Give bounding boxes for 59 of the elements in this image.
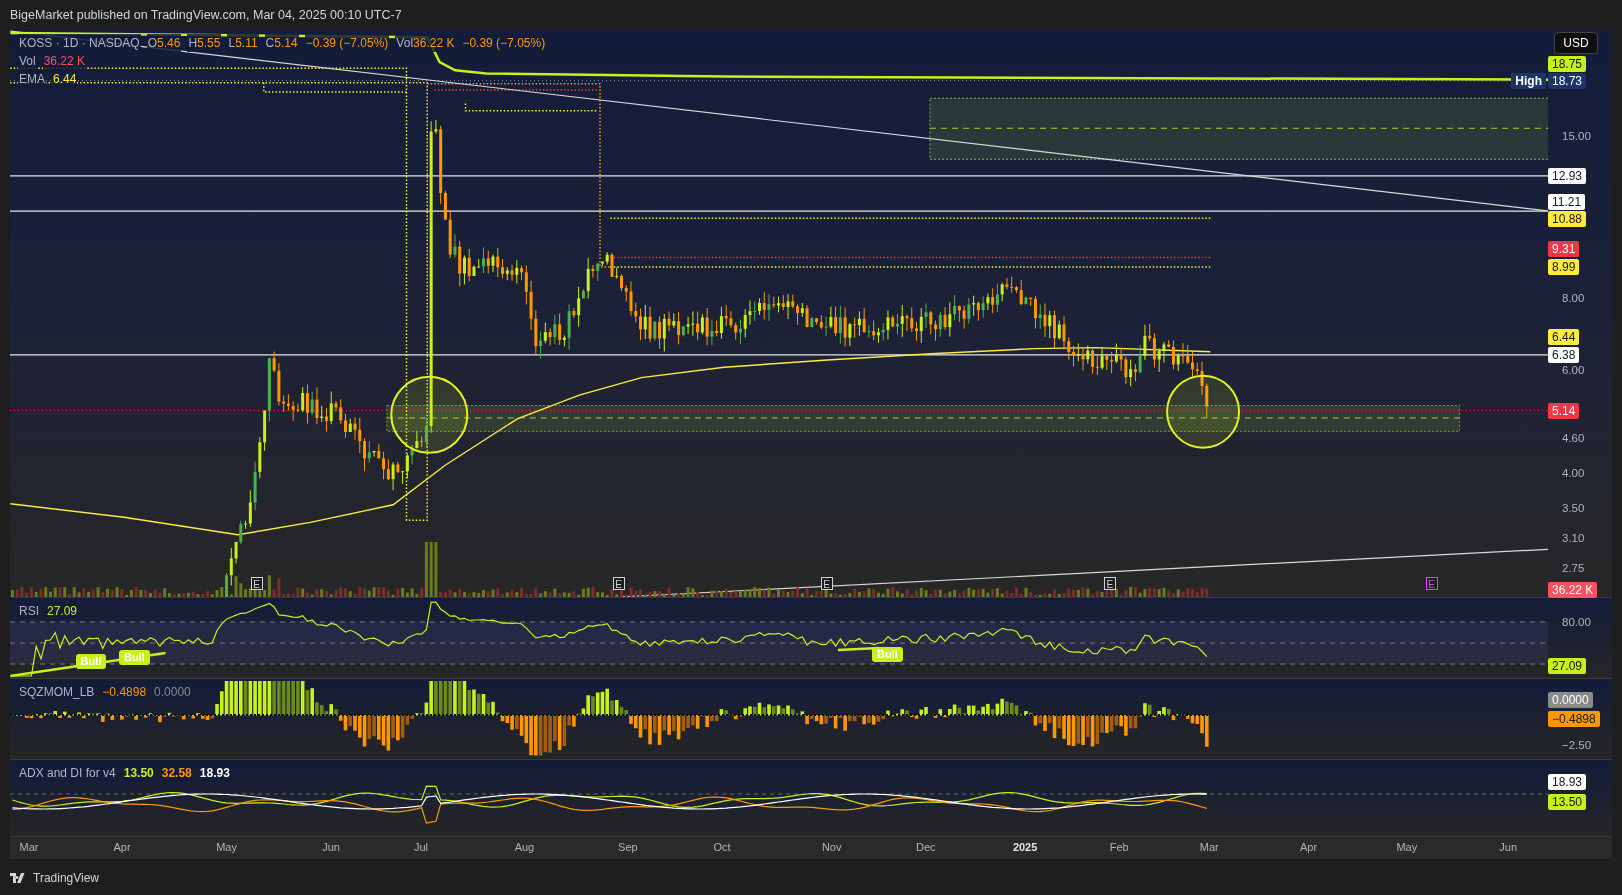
price-label: 12.93 bbox=[1548, 167, 1587, 184]
time-axis-label: Nov bbox=[821, 841, 842, 853]
brand-name[interactable]: TradingView bbox=[33, 871, 100, 885]
high-label: High bbox=[1511, 72, 1546, 89]
price-label: 27.09 bbox=[1548, 658, 1587, 674]
time-axis-label: Apr bbox=[113, 841, 131, 853]
price-label: 6.38 bbox=[1548, 346, 1580, 363]
price-label: 8.99 bbox=[1548, 258, 1580, 275]
time-axis-label: Dec bbox=[916, 841, 936, 853]
price-label: 6.44 bbox=[1548, 329, 1580, 346]
axis-tick-label: 6.00 bbox=[1562, 364, 1585, 377]
time-axis-label: Aug bbox=[514, 841, 535, 853]
time-axis-label: Mar bbox=[1199, 841, 1219, 853]
time-axis-label: Apr bbox=[1300, 841, 1318, 853]
currency-button[interactable]: USD bbox=[1554, 32, 1598, 54]
volume-value: Vol36.22 K bbox=[395, 34, 456, 52]
price-label: 9.31 bbox=[1548, 241, 1580, 258]
axis-tick-label: 2.75 bbox=[1562, 561, 1585, 574]
axis-tick-label: 3.10 bbox=[1562, 531, 1585, 544]
time-axis-label: Jun bbox=[322, 841, 340, 853]
time-axis-label: Mar bbox=[19, 841, 39, 853]
price-change: −0.39 (−7.05%) bbox=[304, 34, 390, 52]
bull-signal-label: Bull bbox=[118, 650, 150, 665]
time-axis-label: May bbox=[216, 841, 237, 853]
price-label: 18.73 bbox=[1548, 72, 1587, 89]
price-label: 36.22 K bbox=[1548, 581, 1598, 598]
axis-tick-label: −2.50 bbox=[1562, 739, 1592, 751]
time-axis-label: 2025 bbox=[1012, 841, 1038, 853]
axis-tick-label: 4.60 bbox=[1562, 431, 1585, 444]
bull-signal-label: Bull bbox=[75, 654, 107, 669]
price-label: 13.50 bbox=[1548, 794, 1587, 810]
axis-tick-label: 80.00 bbox=[1562, 616, 1591, 628]
time-axis-label: Sep bbox=[618, 841, 638, 853]
axis-tick-label: 3.50 bbox=[1562, 501, 1585, 514]
ohlc-value: H5.55 bbox=[187, 34, 222, 52]
axis-tick-label: 4.00 bbox=[1562, 466, 1585, 479]
price-label: 5.14 bbox=[1548, 402, 1580, 419]
earnings-marker[interactable]: E bbox=[1425, 577, 1438, 590]
price-label: 18.75 bbox=[1548, 56, 1587, 73]
time-axis-label: Jul bbox=[414, 841, 429, 853]
price-label: 10.88 bbox=[1548, 211, 1587, 228]
price-label: 11.21 bbox=[1548, 193, 1586, 210]
earnings-marker[interactable]: E bbox=[250, 577, 263, 590]
publish-info: BigeMarket published on TradingView.com, Mar 04, 2025 00:10 UTC-7 bbox=[10, 8, 402, 22]
symbol-name: KOSS · 1D · NASDAQ bbox=[18, 34, 141, 52]
axis-tick-label: 15.00 bbox=[1562, 129, 1591, 142]
time-axis-label: Feb bbox=[1109, 841, 1129, 853]
earnings-marker[interactable]: E bbox=[1103, 577, 1116, 590]
bull-signal-label: Bull bbox=[872, 647, 903, 662]
price-label: 18.93 bbox=[1548, 774, 1587, 790]
time-axis-label: Oct bbox=[713, 841, 731, 853]
earnings-marker[interactable]: E bbox=[820, 577, 833, 590]
axis-tick-label: 8.00 bbox=[1562, 291, 1585, 304]
earnings-marker[interactable]: E bbox=[612, 577, 625, 590]
ohlc-value: O5.46 bbox=[146, 34, 182, 52]
time-axis-label: May bbox=[1396, 841, 1418, 853]
time-axis-label: Jun bbox=[1499, 841, 1518, 853]
price-label: −0.4898 bbox=[1548, 711, 1600, 727]
price-label: 0.0000 bbox=[1548, 692, 1593, 708]
